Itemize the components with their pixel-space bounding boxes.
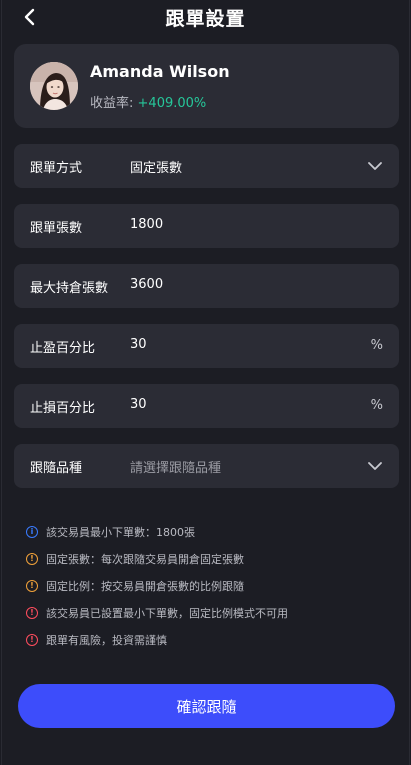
copy-contracts-label: 跟單張數 xyxy=(30,221,83,236)
error-icon: ! xyxy=(26,606,38,619)
notice-text: 固定比例：按交易員開倉張數的比例跟隨 xyxy=(46,579,244,593)
take-profit-percent-suffix: % xyxy=(370,338,383,353)
page-title: 跟單設置 xyxy=(165,8,246,30)
trader-yield: 收益率: +409.00% xyxy=(90,92,206,111)
warning-icon: ! xyxy=(26,552,38,565)
header: 跟單設置 xyxy=(2,0,409,36)
max-position-field[interactable]: 最大持倉張數 3600 xyxy=(14,264,399,308)
copy-mode-value: 固定張數 xyxy=(130,161,183,176)
info-icon: i xyxy=(26,525,38,538)
notice-item: ! 固定比例：按交易員開倉張數的比例跟隨 xyxy=(26,572,396,599)
take-profit-input[interactable]: 30 xyxy=(130,337,147,352)
copy-contracts-input[interactable]: 1800 xyxy=(130,217,163,232)
max-position-label: 最大持倉張數 xyxy=(30,281,109,296)
warning-icon: ! xyxy=(26,579,38,592)
take-profit-field[interactable]: 止盈百分比 30 % xyxy=(14,324,399,368)
app-screen: 跟單設置 Amanda Wilson 收益率: +409.00% 跟單方式 固定… xyxy=(1,0,410,765)
trader-name: Amanda Wilson xyxy=(90,62,230,81)
copy-mode-select[interactable]: 跟單方式 固定張數 xyxy=(14,144,399,188)
notice-item: ! 固定張數：每次跟隨交易員開倉固定張數 xyxy=(26,545,396,572)
error-icon: ! xyxy=(26,633,38,646)
notice-text: 固定張數：每次跟隨交易員開倉固定張數 xyxy=(46,552,244,566)
instrument-label: 跟隨品種 xyxy=(30,461,83,476)
trader-card: Amanda Wilson 收益率: +409.00% xyxy=(14,44,399,128)
stop-loss-label: 止損百分比 xyxy=(30,401,96,416)
copy-mode-label: 跟單方式 xyxy=(30,161,83,176)
yield-label: 收益率: xyxy=(90,96,134,111)
instrument-select[interactable]: 跟隨品種 請選擇跟隨品種 xyxy=(14,444,399,488)
chevron-down-icon xyxy=(368,462,382,470)
notice-item: ! 跟單有風險，投資需謹慎 xyxy=(26,626,396,653)
copy-contracts-field[interactable]: 跟單張數 1800 xyxy=(14,204,399,248)
stop-loss-field[interactable]: 止損百分比 30 % xyxy=(14,384,399,428)
take-profit-label: 止盈百分比 xyxy=(30,341,96,356)
trader-avatar-image xyxy=(30,62,78,110)
notice-text: 該交易員最小下單數：1800張 xyxy=(46,525,195,539)
chevron-down-icon xyxy=(368,162,382,170)
max-position-input[interactable]: 3600 xyxy=(130,277,163,292)
notice-list: i 該交易員最小下單數：1800張 ! 固定張數：每次跟隨交易員開倉固定張數 !… xyxy=(26,518,396,653)
stop-loss-input[interactable]: 30 xyxy=(130,397,147,412)
notice-item: ! 該交易員已設置最小下單數，固定比例模式不可用 xyxy=(26,599,396,626)
instrument-placeholder: 請選擇跟隨品種 xyxy=(130,461,222,476)
avatar xyxy=(30,62,78,110)
notice-text: 跟單有風險，投資需謹慎 xyxy=(46,633,167,647)
notice-text: 該交易員已設置最小下單數，固定比例模式不可用 xyxy=(46,606,288,620)
yield-value: +409.00% xyxy=(137,96,207,111)
confirm-follow-button[interactable]: 確認跟隨 xyxy=(18,684,395,728)
stop-loss-percent-suffix: % xyxy=(370,398,383,413)
notice-item: i 該交易員最小下單數：1800張 xyxy=(26,518,396,545)
